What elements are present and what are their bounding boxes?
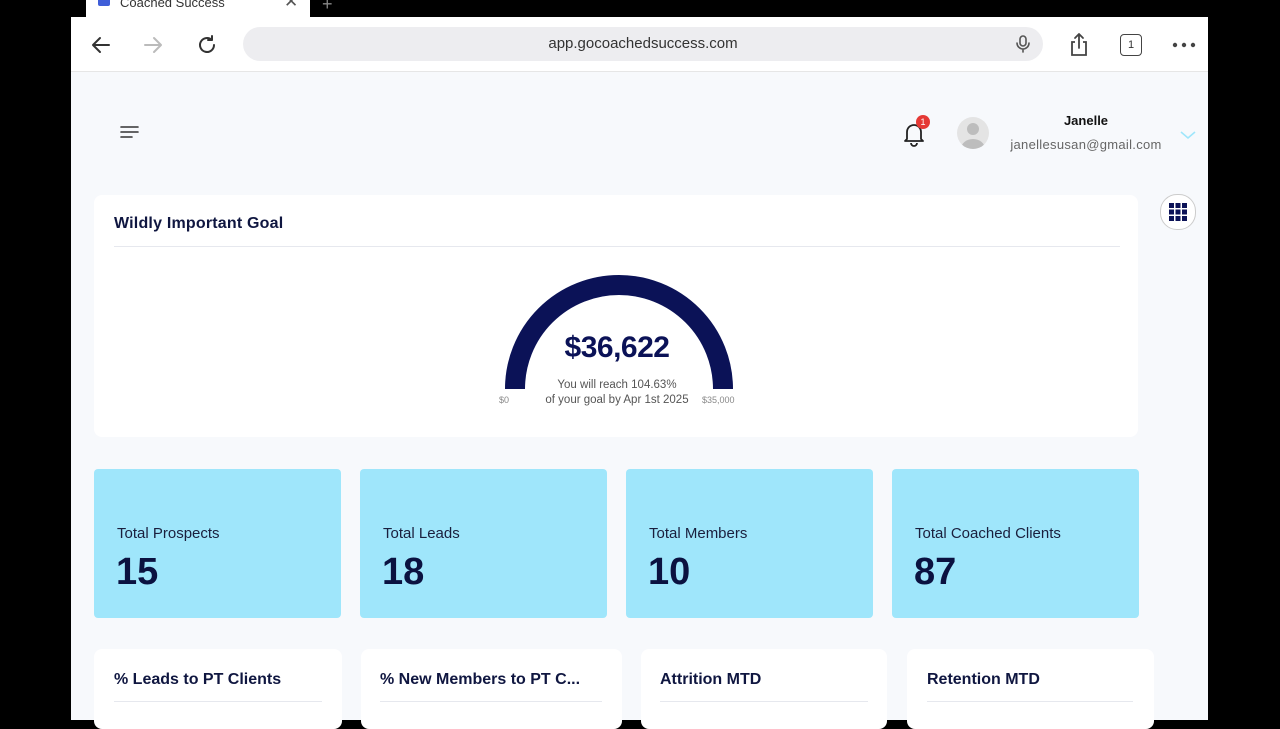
new-tab-icon[interactable]: + xyxy=(322,0,333,15)
kpi-card-retention: Retention MTD xyxy=(907,649,1154,729)
grid-icon xyxy=(1169,203,1187,221)
goal-card: Wildly Important Goal $36,622 You will r… xyxy=(94,195,1138,437)
url-text: app.gocoachedsuccess.com xyxy=(548,35,738,52)
stat-card-prospects[interactable]: Total Prospects 15 xyxy=(94,469,341,618)
notification-badge: 1 xyxy=(916,115,930,129)
kpi-title: % Leads to PT Clients xyxy=(114,671,282,688)
goal-divider xyxy=(114,246,1120,247)
favicon-icon xyxy=(98,0,110,6)
forward-icon[interactable] xyxy=(139,31,167,59)
reload-icon[interactable] xyxy=(193,31,221,59)
stat-card-coached-clients[interactable]: Total Coached Clients 87 xyxy=(892,469,1139,618)
kpi-title: % New Members to PT C... xyxy=(380,671,581,688)
back-icon[interactable] xyxy=(87,31,115,59)
user-name: Janelle xyxy=(1063,113,1109,128)
kpi-title: Retention MTD xyxy=(927,671,1040,688)
tab-count: 1 xyxy=(1120,34,1142,56)
stat-value: 87 xyxy=(914,551,957,593)
notification-bell-icon[interactable]: 1 xyxy=(901,115,930,147)
tabs-overview-button[interactable]: 1 xyxy=(1117,31,1145,59)
kpi-divider xyxy=(927,701,1133,702)
goal-amount: $36,622 xyxy=(564,331,670,364)
stat-value: 18 xyxy=(382,551,425,593)
stat-label: Total Leads xyxy=(383,525,460,542)
close-tab-icon[interactable]: ✕ xyxy=(284,0,298,10)
browser-toolbar: app.gocoachedsuccess.com 1 xyxy=(71,17,1208,72)
more-options-icon[interactable] xyxy=(1170,31,1198,59)
kpi-divider xyxy=(660,701,868,702)
apps-grid-button[interactable] xyxy=(1160,194,1196,230)
stat-label: Total Coached Clients xyxy=(915,525,1061,542)
kpi-title: Attrition MTD xyxy=(660,671,762,688)
kpi-divider xyxy=(114,701,322,702)
gauge-max-label: $35,000 xyxy=(702,395,735,405)
stat-value: 15 xyxy=(116,551,159,593)
browser-tab[interactable]: Coached Success ✕ xyxy=(86,0,310,17)
tab-title: Coached Success xyxy=(120,0,225,10)
stat-label: Total Members xyxy=(649,525,748,542)
kpi-card-attrition: Attrition MTD xyxy=(641,649,887,729)
app-content: 1 Janelle janellesusan@gmail.com Wildly … xyxy=(71,72,1208,729)
user-email: janellesusan@gmail.com xyxy=(1010,137,1162,152)
stat-card-leads[interactable]: Total Leads 18 xyxy=(360,469,607,618)
stat-card-members[interactable]: Total Members 10 xyxy=(626,469,873,618)
address-bar[interactable]: app.gocoachedsuccess.com xyxy=(243,27,1043,61)
gauge-min-label: $0 xyxy=(499,395,510,405)
goal-reach-line1: You will reach 104.63% xyxy=(557,379,677,391)
kpi-card-new-members-to-pt: % New Members to PT C... xyxy=(361,649,622,729)
stat-label: Total Prospects xyxy=(117,525,220,542)
goal-title: Wildly Important Goal xyxy=(114,215,284,232)
chevron-down-icon[interactable] xyxy=(1180,127,1196,145)
avatar[interactable] xyxy=(957,117,989,149)
hamburger-menu-icon[interactable] xyxy=(120,125,140,144)
kpi-divider xyxy=(380,701,602,702)
stat-value: 10 xyxy=(648,551,691,593)
share-icon[interactable] xyxy=(1065,31,1093,59)
microphone-icon[interactable] xyxy=(1015,35,1031,58)
tab-strip: Coached Success ✕ + xyxy=(0,0,1280,17)
kpi-card-leads-to-pt: % Leads to PT Clients xyxy=(94,649,342,729)
